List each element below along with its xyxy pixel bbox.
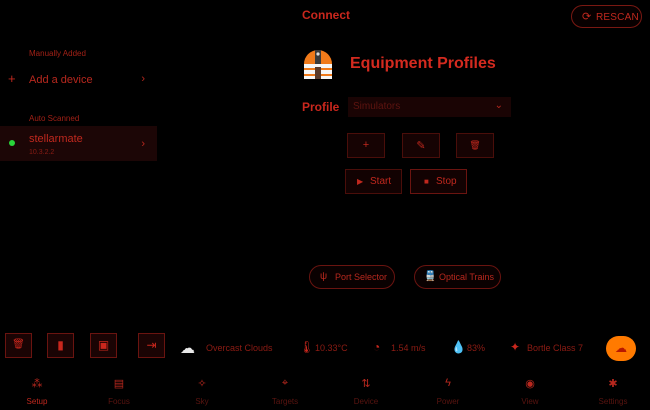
stop-icon: ■ — [424, 177, 429, 186]
plus-icon: + — [8, 71, 16, 86]
sd-card-button[interactable]: ▮ — [47, 333, 74, 358]
nav-device[interactable]: ⇅ Device — [331, 370, 401, 410]
focus-icon: ▤ — [113, 378, 125, 390]
crosshair-icon: ⌖ — [281, 377, 289, 389]
nav-label: Sky — [195, 397, 209, 406]
port-selector-button[interactable]: ψ Port Selector — [309, 265, 395, 289]
wind-gauge-icon: ◔ — [373, 340, 381, 354]
nav-label: View — [521, 397, 539, 406]
temperature-text: 10.33°C — [315, 343, 348, 353]
nav-label: Targets — [271, 397, 299, 406]
connect-title: Connect — [302, 8, 350, 22]
plus-icon: + — [362, 139, 370, 151]
stop-label: Stop — [436, 176, 457, 187]
clear-button[interactable]: 🗑 — [5, 333, 32, 358]
wind-text: 1.54 m/s — [391, 343, 426, 353]
sky-icon: ✧ — [197, 378, 207, 390]
rescan-label: RESCAN — [596, 12, 639, 23]
device-icon: ⇅ — [361, 378, 371, 390]
power-icon: ϟ — [445, 377, 451, 389]
profile-select[interactable]: Simulators ⌄ — [348, 97, 511, 117]
device-item-stellarmate[interactable]: stellarmate 10.3.2.2 › — [0, 126, 157, 161]
nav-label: Device — [353, 397, 379, 406]
usb-icon: ψ — [320, 271, 328, 282]
weather-text: Overcast Clouds — [206, 343, 273, 353]
nav-power[interactable]: ϟ Power — [413, 370, 483, 410]
cloud-button[interactable]: ☁ — [606, 336, 636, 361]
nav-label: Settings — [598, 397, 628, 406]
cpu-icon: ▣ — [97, 338, 110, 352]
humidity-text: 83% — [467, 343, 486, 353]
pencil-icon: ✎ — [416, 140, 426, 152]
observatory-icon — [302, 46, 334, 80]
refresh-icon: ⟳ — [582, 11, 592, 23]
trash-icon: 🗑 — [12, 339, 25, 350]
cpu-button[interactable]: ▣ — [90, 333, 117, 358]
bortle-text: Bortle Class 7 — [527, 343, 584, 353]
start-button[interactable]: ▶ Start — [345, 169, 402, 194]
nav-view[interactable]: ◉ View — [495, 370, 565, 410]
humidity-icon: 💧 — [451, 340, 466, 354]
start-label: Start — [370, 176, 392, 187]
play-icon: ▶ — [357, 177, 364, 186]
edit-profile-button[interactable]: ✎ — [402, 133, 440, 158]
port-selector-label: Port Selector — [335, 272, 388, 282]
nav-focus[interactable]: ▤ Focus — [84, 370, 154, 410]
optical-trains-button[interactable]: 🚆 Optical Trains — [414, 265, 501, 289]
profile-label: Profile — [302, 100, 340, 114]
add-profile-button[interactable]: + — [347, 133, 385, 158]
nav-setup[interactable]: ⁂ Setup — [2, 370, 72, 410]
device-ip: 10.3.2.2 — [29, 149, 55, 156]
train-icon: 🚆 — [424, 271, 437, 282]
chevron-down-icon: ⌄ — [494, 100, 503, 111]
rescan-button[interactable]: ⟳ RESCAN — [571, 5, 642, 28]
thermometer-icon: 🌡 — [299, 340, 315, 354]
delete-profile-button[interactable]: 🗑 — [456, 133, 494, 158]
setup-icon: ⁂ — [31, 378, 43, 390]
nav-label: Power — [436, 397, 460, 406]
nav-label: Focus — [108, 397, 130, 406]
exit-icon: ⇥ — [146, 338, 157, 352]
sd-card-icon: ▮ — [57, 338, 64, 352]
eye-icon: ◉ — [525, 378, 535, 390]
profile-value: Simulators — [353, 101, 401, 112]
gear-icon: ✱ — [608, 378, 618, 390]
nav-label: Setup — [26, 397, 48, 406]
add-device-label: Add a device — [29, 74, 93, 86]
exit-button[interactable]: ⇥ — [138, 333, 165, 358]
nav-sky[interactable]: ✧ Sky — [167, 370, 237, 410]
cloud-icon: ☁ — [615, 341, 627, 355]
manually-added-label: Manually Added — [29, 49, 86, 58]
online-status-dot — [9, 140, 15, 146]
add-device-row[interactable]: + Add a device › — [0, 66, 157, 92]
device-name: stellarmate — [29, 133, 83, 145]
trash-icon: 🗑 — [469, 140, 481, 150]
cloud-weather-icon: ☁ — [180, 340, 195, 357]
sparkle-icon: ✦ — [510, 340, 521, 354]
equipment-profiles-title: Equipment Profiles — [350, 55, 496, 72]
stop-button[interactable]: ■ Stop — [410, 169, 467, 194]
chevron-right-icon: › — [141, 73, 145, 85]
nav-settings[interactable]: ✱ Settings — [578, 370, 648, 410]
chevron-right-icon: › — [141, 138, 145, 150]
auto-scanned-label: Auto Scanned — [29, 114, 80, 123]
optical-trains-label: Optical Trains — [439, 272, 495, 282]
nav-targets[interactable]: ⌖ Targets — [250, 370, 320, 410]
